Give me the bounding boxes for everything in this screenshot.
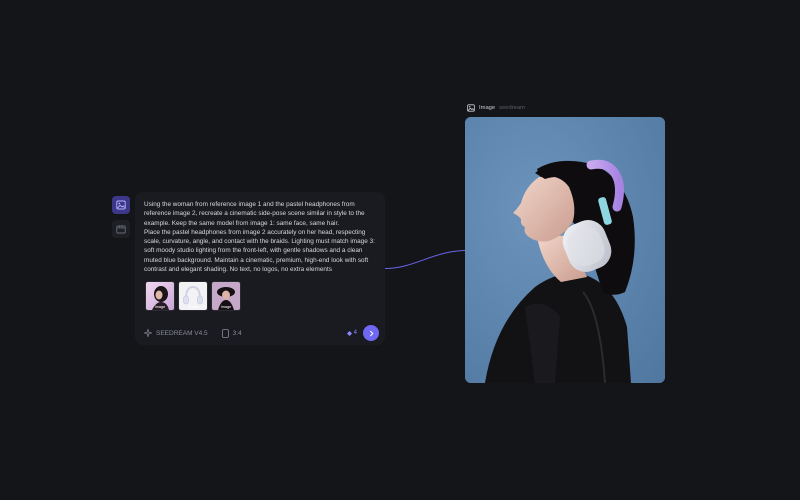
output-node-model: seedream [499, 105, 525, 111]
reference-image-2[interactable]: Image [178, 281, 208, 311]
video-icon [116, 225, 126, 234]
output-node-title: Image [479, 105, 496, 111]
diamond-icon [346, 330, 352, 336]
image-mode-button[interactable] [112, 196, 130, 214]
generate-button[interactable] [363, 325, 379, 341]
model-name: SEEDREAM V4.5 [156, 329, 208, 337]
credit-count: 4 [346, 330, 357, 336]
output-node-header[interactable]: Image seedream [467, 104, 525, 112]
image-icon [467, 104, 475, 112]
aspect-ratio-value: 3:4 [232, 329, 242, 337]
reference-image-3[interactable]: Image [211, 281, 241, 311]
reference-image-1-label: Image [154, 305, 166, 309]
prompt-text[interactable]: Using the woman from reference image 1 a… [144, 200, 376, 274]
generated-image-art [465, 117, 665, 383]
video-mode-button[interactable] [112, 220, 130, 238]
node-connector [385, 250, 467, 269]
model-selector[interactable]: SEEDREAM V4.5 [144, 329, 208, 337]
aspect-ratio-icon [221, 328, 229, 338]
chevron-right-icon [369, 330, 374, 336]
sparkle-icon [144, 329, 152, 337]
credit-count-value: 4 [353, 330, 357, 336]
reference-image-1[interactable]: Image [145, 281, 175, 311]
image-icon [116, 200, 126, 210]
reference-images: Image Image Image [145, 281, 241, 311]
prompt-card[interactable]: Using the woman from reference image 1 a… [135, 192, 385, 345]
reference-image-3-label: Image [220, 305, 232, 309]
aspect-ratio-selector[interactable]: 3:4 [221, 328, 242, 338]
tool-rail [112, 196, 130, 244]
prompt-footer: SEEDREAM V4.5 3:4 4 [144, 325, 379, 341]
reference-image-2-label: Image [187, 305, 199, 309]
generated-image[interactable] [465, 117, 665, 383]
